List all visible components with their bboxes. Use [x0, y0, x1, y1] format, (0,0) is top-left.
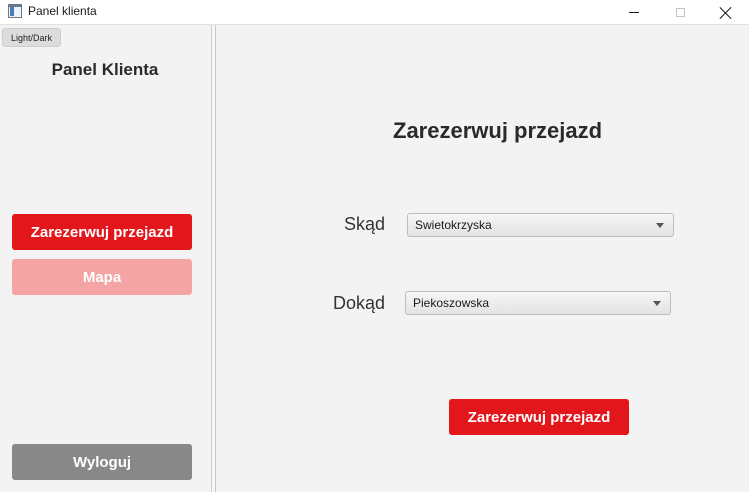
minimize-button[interactable] [611, 0, 657, 25]
to-label: Dokąd [333, 293, 386, 313]
page-title: Zarezerwuj przejazd [393, 118, 603, 143]
maximize-button [657, 0, 703, 25]
from-select-value: Swietokrzyska [415, 218, 492, 232]
theme-toggle-button[interactable]: Light/Dark [2, 28, 61, 47]
title-bar: Panel klienta [0, 0, 749, 25]
sidebar-title: Panel Klienta [51, 60, 159, 79]
chevron-down-icon [653, 301, 661, 306]
maximize-icon [675, 8, 685, 17]
app-icon [8, 4, 22, 18]
to-select-value: Piekoszowska [413, 296, 490, 310]
close-button[interactable] [703, 0, 749, 25]
chevron-down-icon [656, 223, 664, 228]
close-icon [720, 7, 732, 19]
from-select[interactable]: Swietokrzyska [407, 213, 674, 237]
minimize-icon [629, 12, 639, 13]
sidebar: Light/Dark Panel Klienta Zarezerwuj prze… [0, 25, 210, 492]
main-panel: Zarezerwuj przejazd Skąd Swietokrzyska D… [216, 25, 749, 492]
reserve-submit-button[interactable]: Zarezerwuj przejazd [449, 399, 629, 435]
reserve-ride-nav-button[interactable]: Zarezerwuj przejazd [12, 214, 192, 250]
window-title: Panel klienta [28, 4, 97, 18]
map-nav-button[interactable]: Mapa [12, 259, 192, 295]
from-label: Skąd [344, 214, 386, 234]
logout-button[interactable]: Wyloguj [12, 444, 192, 480]
to-select[interactable]: Piekoszowska [405, 291, 671, 315]
